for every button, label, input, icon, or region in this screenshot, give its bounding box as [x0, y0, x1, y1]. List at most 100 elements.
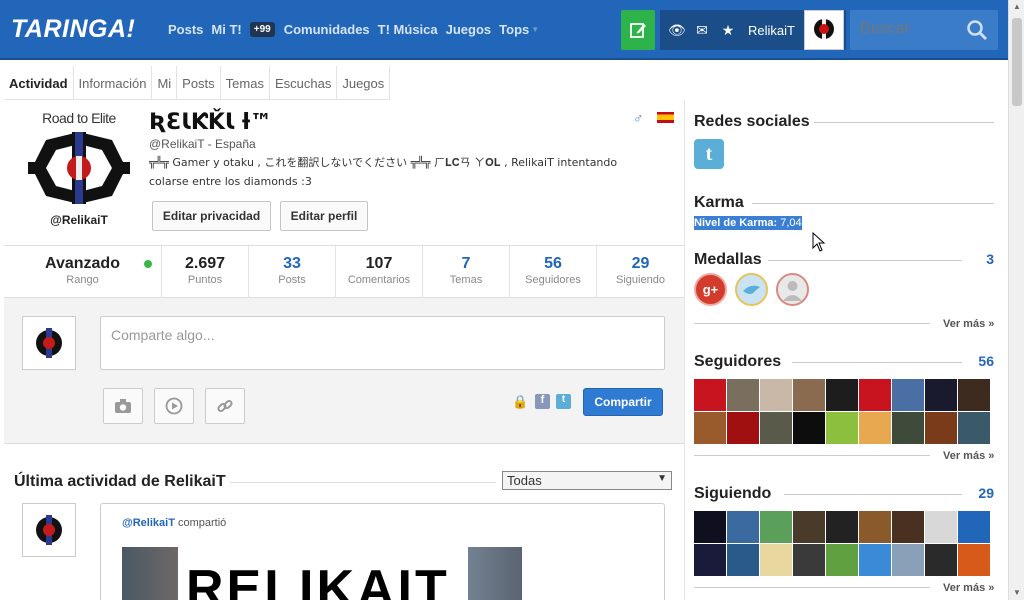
nav-musica[interactable]: T! Música — [378, 22, 438, 37]
activity-filter-select[interactable]: Todas ▼ — [502, 471, 672, 490]
user-thumbnail[interactable] — [727, 544, 759, 576]
tab-escuchas[interactable]: Escuchas — [270, 66, 338, 100]
star-icon[interactable]: ★ — [720, 22, 736, 39]
twitter-icon[interactable]: t — [556, 394, 571, 409]
chevron-down-icon[interactable]: ▼ — [531, 25, 539, 34]
section-divider — [694, 455, 930, 456]
user-thumbnail[interactable] — [793, 544, 825, 576]
eye-icon[interactable]: 👁 — [668, 22, 686, 39]
stat-followers[interactable]: 56 Seguidores — [510, 246, 597, 298]
shared-image[interactable]: RELIKAIT — [122, 547, 522, 600]
user-thumbnail[interactable] — [760, 379, 792, 411]
camera-icon — [115, 399, 131, 413]
compose-button[interactable] — [621, 10, 655, 50]
user-thumbnail[interactable] — [694, 379, 726, 411]
user-thumbnail[interactable] — [958, 511, 990, 543]
add-photo-button[interactable] — [103, 388, 143, 424]
nav-tops[interactable]: Tops — [499, 22, 529, 37]
tab-actividad[interactable]: Actividad — [4, 66, 74, 100]
medals-more-link[interactable]: Ver más » — [943, 318, 994, 330]
user-thumbnail[interactable] — [925, 412, 957, 444]
tab-mi[interactable]: Mi — [152, 66, 178, 100]
user-thumbnail[interactable] — [793, 412, 825, 444]
user-thumbnail[interactable] — [826, 412, 858, 444]
stat-value: 29 — [631, 255, 650, 272]
mouse-cursor-icon — [812, 232, 826, 252]
user-thumbnail[interactable] — [859, 412, 891, 444]
nav-mi-t[interactable]: Mi T! — [211, 22, 241, 37]
share-button[interactable]: Compartir — [583, 388, 663, 416]
user-thumbnail[interactable] — [694, 544, 726, 576]
share-input[interactable]: Comparte algo... — [100, 316, 665, 370]
user-thumbnail[interactable] — [760, 544, 792, 576]
user-thumbnail[interactable] — [694, 511, 726, 543]
medal-user-icon[interactable] — [776, 273, 809, 306]
notification-badge[interactable]: +99 — [249, 22, 275, 37]
user-avatar[interactable] — [804, 10, 844, 50]
user-thumbnail[interactable] — [958, 379, 990, 411]
taringa-logo[interactable]: TARINGA! — [11, 15, 135, 44]
medal-google-plus-icon[interactable]: g+ — [694, 273, 727, 306]
edit-profile-button[interactable]: Editar perfil — [280, 201, 368, 231]
followers-more-link[interactable]: Ver más » — [943, 450, 994, 462]
user-thumbnail[interactable] — [925, 379, 957, 411]
twitter-icon[interactable]: t — [694, 139, 724, 169]
add-video-button[interactable] — [154, 388, 194, 424]
user-thumbnail[interactable] — [892, 544, 924, 576]
lock-icon[interactable]: 🔒 — [512, 394, 528, 410]
scroll-down-icon[interactable]: ▼ — [1013, 588, 1021, 597]
profile-card: Road to Elite @RelikaiT ƦƐƖƘǨƖ ƚ™ @Relik… — [4, 100, 684, 246]
edit-privacy-button[interactable]: Editar privacidad — [152, 201, 271, 231]
user-thumbnail[interactable] — [958, 544, 990, 576]
activity-user-link[interactable]: @RelikaiT — [122, 517, 175, 529]
user-thumbnail[interactable] — [826, 511, 858, 543]
profile-tabs: Actividad Información Mi Posts Temas Esc… — [4, 66, 391, 100]
user-thumbnail[interactable] — [892, 412, 924, 444]
user-thumbnail[interactable] — [694, 412, 726, 444]
following-more-link[interactable]: Ver más » — [943, 582, 994, 594]
user-thumbnail[interactable] — [925, 544, 957, 576]
nav-comunidades[interactable]: Comunidades — [284, 22, 370, 37]
user-thumbnail[interactable] — [859, 544, 891, 576]
medal-bird-icon[interactable] — [735, 273, 768, 306]
activity-avatar[interactable] — [22, 503, 76, 557]
search-input[interactable] — [860, 20, 960, 38]
user-thumbnail[interactable] — [826, 379, 858, 411]
tab-juegos[interactable]: Juegos — [337, 66, 391, 100]
tab-temas[interactable]: Temas — [221, 66, 270, 100]
user-thumbnail[interactable] — [727, 379, 759, 411]
user-thumbnail[interactable] — [727, 412, 759, 444]
user-name[interactable]: RelikaiT — [748, 23, 795, 38]
stat-posts[interactable]: 33 Posts — [249, 246, 336, 298]
mail-icon[interactable]: ✉ — [694, 22, 710, 39]
edit-icon — [630, 23, 646, 38]
composer-avatar — [22, 316, 76, 370]
tab-posts[interactable]: Posts — [177, 66, 221, 100]
scroll-up-icon[interactable]: ▲ — [1013, 2, 1021, 11]
bird-icon — [743, 285, 760, 294]
facebook-icon[interactable]: f — [535, 394, 550, 409]
user-thumbnail[interactable] — [793, 379, 825, 411]
profile-avatar[interactable]: Road to Elite @RelikaiT — [24, 110, 134, 230]
user-thumbnail[interactable] — [760, 412, 792, 444]
search-icon[interactable] — [966, 19, 988, 41]
user-thumbnail[interactable] — [760, 511, 792, 543]
user-thumbnail[interactable] — [958, 412, 990, 444]
user-thumbnail[interactable] — [727, 511, 759, 543]
user-thumbnail[interactable] — [925, 511, 957, 543]
user-thumbnail[interactable] — [892, 379, 924, 411]
nav-juegos[interactable]: Juegos — [446, 22, 492, 37]
add-link-button[interactable] — [205, 388, 245, 424]
user-thumbnail[interactable] — [859, 379, 891, 411]
tab-informacion[interactable]: Información — [74, 66, 153, 100]
scrollbar-thumb[interactable] — [1012, 18, 1022, 106]
nav-posts[interactable]: Posts — [168, 22, 203, 37]
page-scrollbar[interactable]: ▲ ▼ — [1008, 0, 1024, 600]
stat-following[interactable]: 29 Siguiendo — [597, 246, 684, 298]
stat-topics[interactable]: 7 Temas — [423, 246, 510, 298]
user-thumbnail[interactable] — [892, 511, 924, 543]
user-thumbnail[interactable] — [826, 544, 858, 576]
social-title: Redes sociales — [694, 113, 810, 130]
user-thumbnail[interactable] — [793, 511, 825, 543]
user-thumbnail[interactable] — [859, 511, 891, 543]
